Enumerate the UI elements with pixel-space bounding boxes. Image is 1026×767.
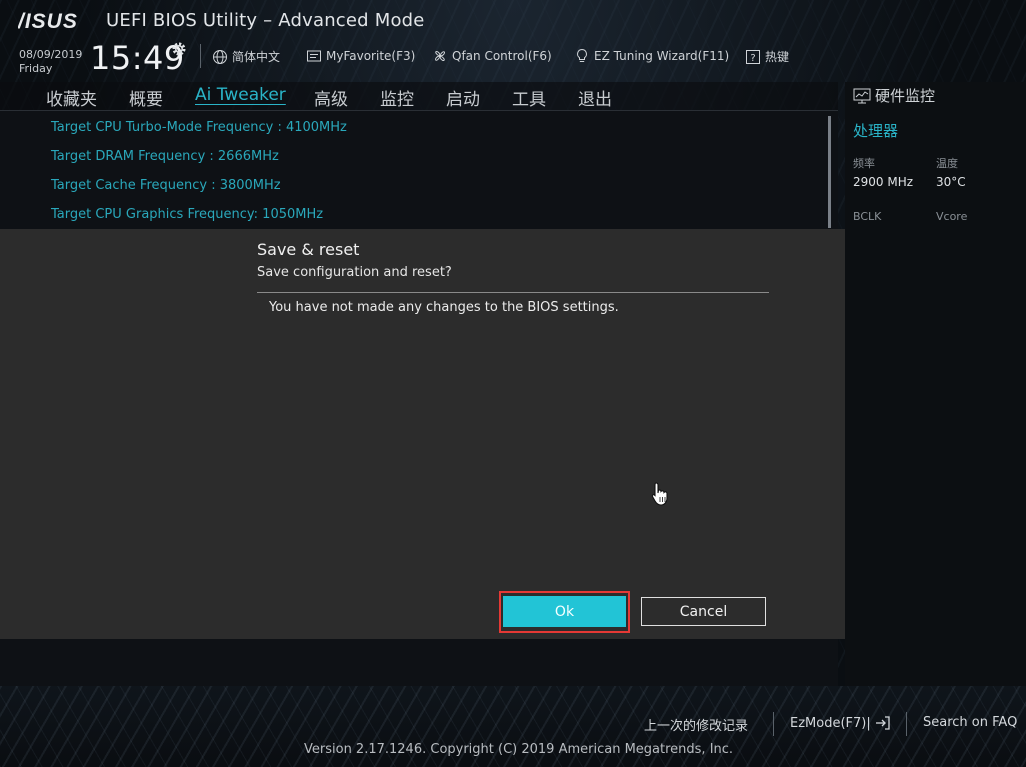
hardware-monitor-label: 硬件监控: [875, 87, 936, 105]
tab-advanced[interactable]: 高级: [314, 85, 348, 110]
myfavorite-button[interactable]: MyFavorite(F3): [306, 48, 415, 64]
language-button[interactable]: 简体中文: [212, 48, 280, 65]
favorite-icon: [307, 50, 321, 62]
tab-ai-tweaker[interactable]: Ai Tweaker: [195, 85, 286, 105]
qfan-control-button[interactable]: Qfan Control(F6): [432, 48, 552, 64]
hand-cursor-icon: [651, 482, 668, 506]
app-title: UEFI BIOS Utility – Advanced Mode: [106, 10, 425, 31]
list-item[interactable]: Target CPU Turbo-Mode Frequency : 4100MH…: [51, 120, 347, 135]
globe-icon: [213, 49, 227, 64]
dialog-title: Save & reset: [257, 240, 360, 259]
cpu-section-title: 处理器: [853, 122, 899, 140]
hardware-monitor-title: 硬件监控: [853, 85, 935, 106]
exit-arrow-icon: [875, 716, 890, 730]
save-reset-dialog: [0, 229, 845, 639]
svg-text:?: ?: [750, 53, 755, 64]
language-label: 简体中文: [232, 50, 281, 64]
ezmode-button[interactable]: EzMode(F7)|: [790, 715, 891, 731]
frequency-value: 2900 MHz: [853, 175, 914, 189]
date-display: 08/09/2019 Friday: [19, 48, 82, 76]
tab-exit[interactable]: 退出: [578, 85, 612, 110]
frequency-label: 频率: [853, 157, 875, 170]
fan-icon: [434, 50, 446, 62]
tab-tool[interactable]: 工具: [512, 85, 546, 110]
lower-panel: [0, 639, 838, 686]
tab-boot[interactable]: 启动: [446, 85, 480, 110]
search-faq-label: Search on FAQ: [923, 715, 1018, 730]
copyright-text: Version 2.17.1246. Copyright (C) 2019 Am…: [304, 742, 734, 757]
header-divider: [200, 44, 201, 68]
ez-tuning-wizard-button[interactable]: EZ Tuning Wizard(F11): [574, 48, 729, 64]
tab-favorites[interactable]: 收藏夹: [46, 85, 97, 110]
footer-divider: [906, 712, 907, 736]
monitor-icon: [853, 88, 871, 103]
footer-divider: [773, 712, 774, 736]
tab-bar: [0, 82, 838, 111]
qfan-label: Qfan Control(F6): [452, 49, 552, 63]
search-faq-button[interactable]: Search on FAQ: [923, 715, 1017, 730]
hardware-monitor-panel: [845, 82, 1026, 686]
hotkeys-button[interactable]: ? 热键: [745, 48, 789, 65]
svg-text:/ISUS: /ISUS: [18, 10, 78, 32]
bclk-label: BCLK: [853, 210, 882, 223]
ez-tuning-label: EZ Tuning Wizard(F11): [594, 49, 730, 63]
settings-scrollbar[interactable]: [828, 116, 831, 228]
dialog-divider: [257, 292, 769, 293]
dialog-message: You have not made any changes to the BIO…: [269, 300, 619, 315]
temperature-value: 30°C: [936, 175, 966, 189]
lightbulb-icon: [577, 48, 587, 62]
dialog-subtitle: Save configuration and reset?: [257, 265, 452, 280]
ezmode-label: EzMode(F7)|: [790, 715, 871, 731]
day-text: Friday: [19, 62, 53, 75]
help-icon: ?: [746, 49, 760, 64]
myfavorite-label: MyFavorite(F3): [326, 49, 416, 63]
last-modified-button[interactable]: 上一次的修改记录: [644, 715, 748, 734]
temperature-label: 温度: [936, 157, 958, 170]
gear-icon[interactable]: [171, 41, 187, 57]
ok-button[interactable]: Ok: [503, 596, 626, 627]
tab-main[interactable]: 概要: [129, 85, 163, 110]
date-text: 08/09/2019: [19, 48, 83, 61]
list-item[interactable]: Target Cache Frequency : 3800MHz: [51, 178, 281, 193]
hotkeys-label: 热键: [765, 50, 790, 64]
tab-monitor[interactable]: 监控: [380, 85, 414, 110]
list-item[interactable]: Target CPU Graphics Frequency: 1050MHz: [51, 207, 323, 222]
cancel-button[interactable]: Cancel: [641, 597, 766, 626]
list-item[interactable]: Target DRAM Frequency : 2666MHz: [51, 149, 279, 164]
last-modified-label: 上一次的修改记录: [644, 719, 749, 734]
vcore-label: Vcore: [936, 210, 968, 223]
asus-logo: /ISUS: [18, 10, 78, 32]
